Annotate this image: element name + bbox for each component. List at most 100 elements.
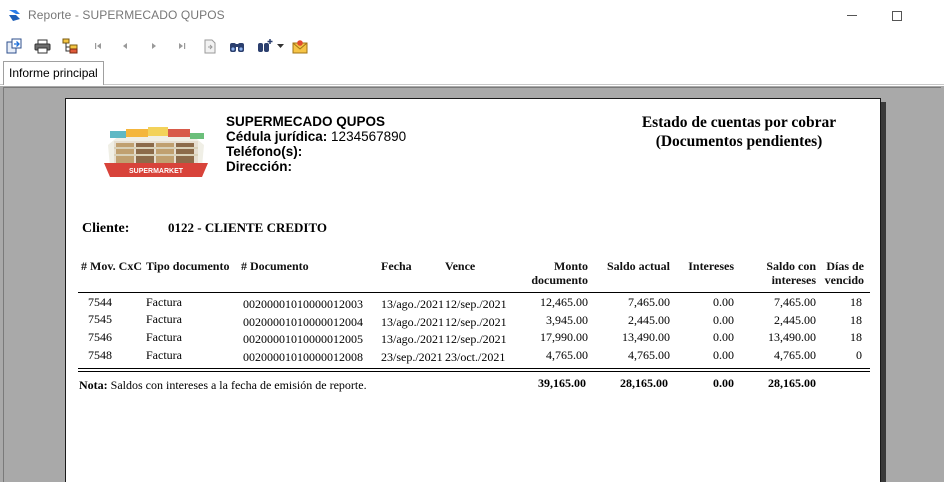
search-button[interactable] (228, 37, 246, 55)
row-monto: 12,465.00 (540, 295, 588, 309)
row-intereses: 0.00 (713, 348, 734, 362)
page-shadow (881, 102, 886, 482)
row-documento: 00200001010000012008 (243, 350, 363, 364)
note-label: Nota: (79, 378, 108, 392)
col-intereses-header: Intereses (688, 259, 734, 273)
last-page-icon (179, 43, 186, 49)
report-toolbar (0, 31, 944, 60)
zoom-icon (257, 39, 272, 52)
supermarket-logo: SUPERMARKET (104, 127, 208, 177)
col-saldo-intereses-header-line2: intereses (771, 273, 816, 287)
col-monto-header: Monto documento (506, 259, 588, 287)
row-tipo: Factura (146, 330, 182, 344)
row-saldo-intereses: 4,765.00 (774, 348, 816, 362)
cedula-label: Cédula jurídica: (226, 129, 328, 144)
email-button[interactable] (291, 37, 309, 55)
row-saldo: 4,765.00 (628, 348, 670, 362)
row-dias: 18 (850, 330, 862, 344)
totals-divider-top (78, 368, 870, 369)
total-saldo-intereses: 28,165.00 (768, 376, 816, 390)
row-fecha: 23/sep./2021 (381, 350, 443, 364)
row-dias: 0 (856, 348, 862, 362)
row-saldo: 7,465.00 (628, 295, 670, 309)
export-button[interactable] (5, 37, 23, 55)
row-documento: 00200001010000012003 (243, 297, 363, 311)
go-to-page-icon (204, 39, 216, 53)
row-intereses: 0.00 (713, 295, 734, 309)
row-fecha: 13/ago./2021 (381, 332, 444, 346)
row-saldo-intereses: 2,445.00 (774, 313, 816, 327)
header-divider (78, 292, 870, 293)
report-viewer[interactable]: SUPERMARKET SUPERMECADO QUPOS Cédula jur… (0, 86, 944, 482)
row-vence: 12/sep./2021 (445, 297, 507, 311)
next-page-button[interactable] (145, 37, 163, 55)
row-monto: 4,765.00 (546, 348, 588, 362)
logo-text: SUPERMARKET (129, 168, 184, 175)
col-mov-header: # Mov. CxC (81, 259, 142, 273)
report-page: SUPERMARKET SUPERMECADO QUPOS Cédula jur… (65, 98, 881, 482)
zoom-button[interactable] (256, 37, 274, 55)
row-tipo: Factura (146, 295, 182, 309)
col-tipo-header: Tipo documento (146, 259, 230, 273)
last-page-button[interactable] (173, 37, 191, 55)
row-dias: 18 (850, 313, 862, 327)
report-title-line2: (Documentos pendientes) (655, 133, 823, 150)
minimize-button[interactable] (829, 0, 875, 31)
col-fecha-header: Fecha (381, 259, 412, 273)
total-saldo: 28,165.00 (620, 376, 668, 390)
row-mov: 7548 (88, 348, 112, 362)
row-saldo-intereses: 13,490.00 (768, 330, 816, 344)
row-saldo: 2,445.00 (628, 313, 670, 327)
col-saldo-header: Saldo actual (606, 259, 670, 273)
print-button[interactable] (33, 37, 51, 55)
app-icon (9, 10, 20, 21)
report-title-line1: Estado de cuentas por cobrar (641, 114, 837, 131)
telefono-label: Teléfono(s): (226, 144, 303, 159)
first-page-button[interactable] (89, 37, 107, 55)
cedula-line: Cédula jurídica: 1234567890 (226, 129, 406, 144)
col-monto-header-line2: documento (531, 273, 588, 287)
total-intereses: 0.00 (713, 376, 734, 390)
row-monto: 3,945.00 (546, 313, 588, 327)
row-vence: 12/sep./2021 (445, 332, 507, 346)
row-dias: 18 (850, 295, 862, 309)
col-saldo-intereses-header-line1: Saldo con (766, 259, 816, 273)
group-tree-icon (62, 38, 77, 54)
cliente-label: Cliente: (82, 221, 130, 236)
row-documento: 00200001010000012005 (243, 332, 363, 346)
cliente-value: 0122 - CLIENTE CREDITO (168, 220, 328, 235)
tab-informe-principal[interactable]: Informe principal (3, 61, 104, 85)
print-icon (34, 39, 50, 54)
row-monto: 17,990.00 (540, 330, 588, 344)
export-icon (6, 38, 22, 54)
row-mov: 7546 (88, 330, 112, 344)
previous-page-icon (123, 43, 127, 49)
report-tab-strip: Informe principal (0, 60, 944, 85)
row-intereses: 0.00 (713, 330, 734, 344)
note-text: Saldos con intereses a la fecha de emisi… (107, 378, 367, 392)
total-monto: 39,165.00 (538, 376, 586, 390)
col-dias-header-line2: vencido (824, 273, 864, 287)
row-tipo: Factura (146, 348, 182, 362)
email-icon (292, 39, 308, 53)
row-fecha: 13/ago./2021 (381, 297, 444, 311)
col-monto-header-line1: Monto (554, 259, 588, 273)
first-page-icon (95, 43, 101, 49)
col-saldo-intereses-header: Saldo con intereses (738, 259, 816, 287)
direccion-label: Dirección: (226, 159, 293, 174)
col-dias-header-line1: Días de (826, 259, 864, 273)
previous-page-button[interactable] (116, 37, 134, 55)
go-to-page-button[interactable] (201, 37, 219, 55)
title-bar: Reporte - SUPERMECADO QUPOS (0, 0, 944, 31)
maximize-button[interactable] (874, 0, 920, 31)
col-dias-header: Días de vencido (820, 259, 864, 287)
row-tipo: Factura (146, 312, 182, 326)
row-vence: 12/sep./2021 (445, 315, 507, 329)
zoom-dropdown-button[interactable] (275, 37, 285, 55)
dropdown-icon (276, 43, 284, 48)
totals-divider-bottom (78, 371, 870, 372)
row-intereses: 0.00 (713, 313, 734, 327)
maximize-icon (892, 10, 902, 21)
search-icon (230, 42, 244, 52)
group-tree-button[interactable] (61, 37, 79, 55)
